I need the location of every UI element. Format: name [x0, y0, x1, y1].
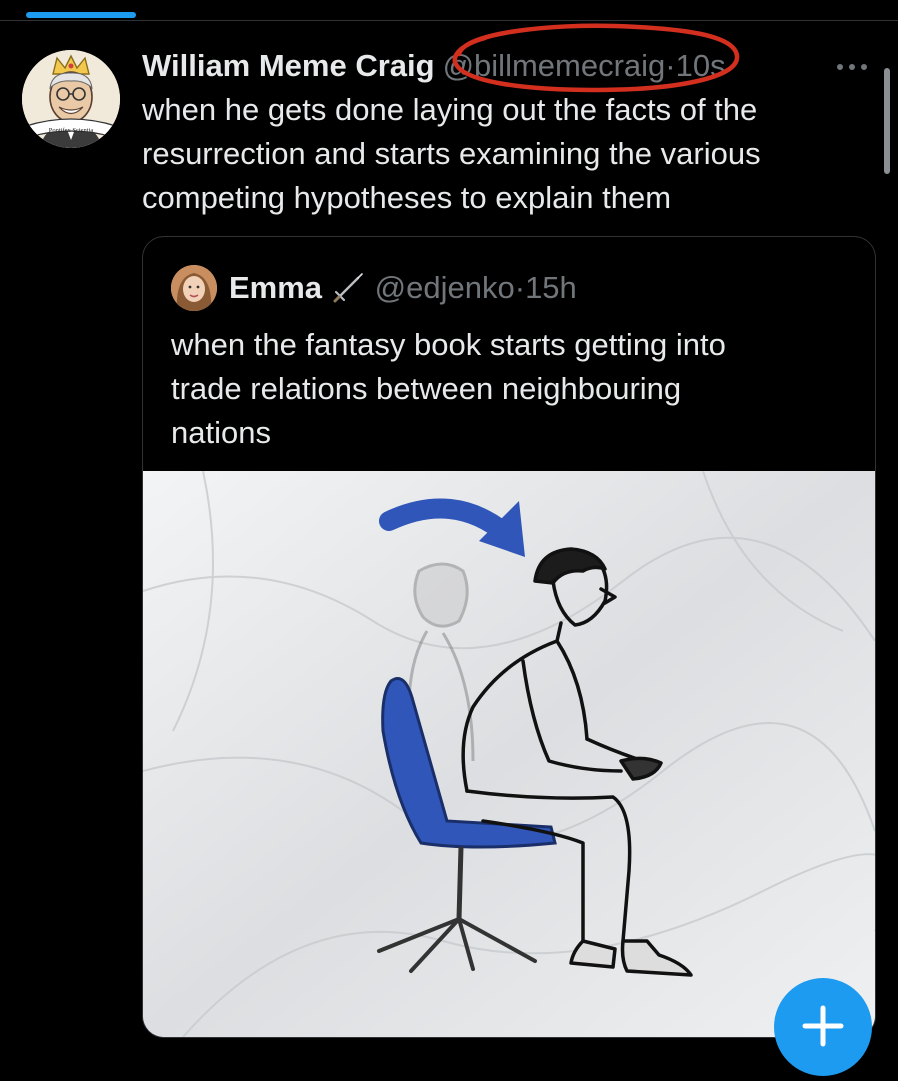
quoted-text-line: when the fantasy book starts getting int…: [171, 327, 726, 362]
quoted-post-header: Emma @edjenko·15h: [229, 268, 577, 308]
quoted-avatar-illustration: [171, 265, 217, 311]
top-divider: [0, 20, 898, 21]
author-handle[interactable]: @billmemecraig: [443, 48, 666, 83]
quoted-author-name[interactable]: Emma: [229, 270, 322, 305]
post-text-line: when he gets done laying out the facts o…: [142, 92, 758, 127]
quoted-author-handle[interactable]: @edjenko: [375, 270, 515, 305]
post-header: William Meme Craig @billmemecraig·10s: [142, 44, 842, 88]
quoted-text-line: nations: [171, 415, 271, 450]
quoted-post-timestamp: 15h: [525, 270, 577, 305]
quoted-text-line: trade relations between neighbouring: [171, 371, 682, 406]
author-handle-wrap: @billmemecraig: [443, 44, 666, 88]
quoted-author-avatar[interactable]: [171, 265, 217, 311]
active-tab-indicator: [26, 12, 136, 18]
meme-image[interactable]: [143, 471, 875, 1037]
compose-post-icon: [802, 1005, 844, 1047]
quoted-post-text: when the fantasy book starts getting int…: [171, 323, 851, 455]
post-timestamp[interactable]: 10s: [676, 48, 726, 83]
post-text-line: resurrection and starts examining the va…: [142, 136, 761, 171]
sword-icon: [332, 270, 366, 304]
post-text-line: competing hypotheses to explain them: [142, 180, 672, 215]
quoted-post-card[interactable]: Emma @edjenko·15h when the fantasy book …: [142, 236, 876, 1038]
quoted-header-separator: ·: [514, 270, 526, 305]
scrollbar-thumb[interactable]: [884, 68, 890, 174]
post-text: when he gets done laying out the facts o…: [142, 88, 882, 220]
author-display-name[interactable]: William Meme Craig: [142, 48, 435, 83]
author-avatar[interactable]: Pontifex Scientia: [22, 50, 120, 148]
header-separator: ·: [665, 48, 676, 83]
more-options-button[interactable]: [828, 54, 876, 80]
more-horizontal-icon: [837, 64, 867, 70]
author-avatar-illustration: Pontifex Scientia: [22, 50, 120, 148]
meme-illustration: [143, 471, 875, 1037]
avatar-banner-text: Pontifex Scientia: [49, 127, 94, 134]
compose-post-button[interactable]: [774, 978, 872, 1076]
